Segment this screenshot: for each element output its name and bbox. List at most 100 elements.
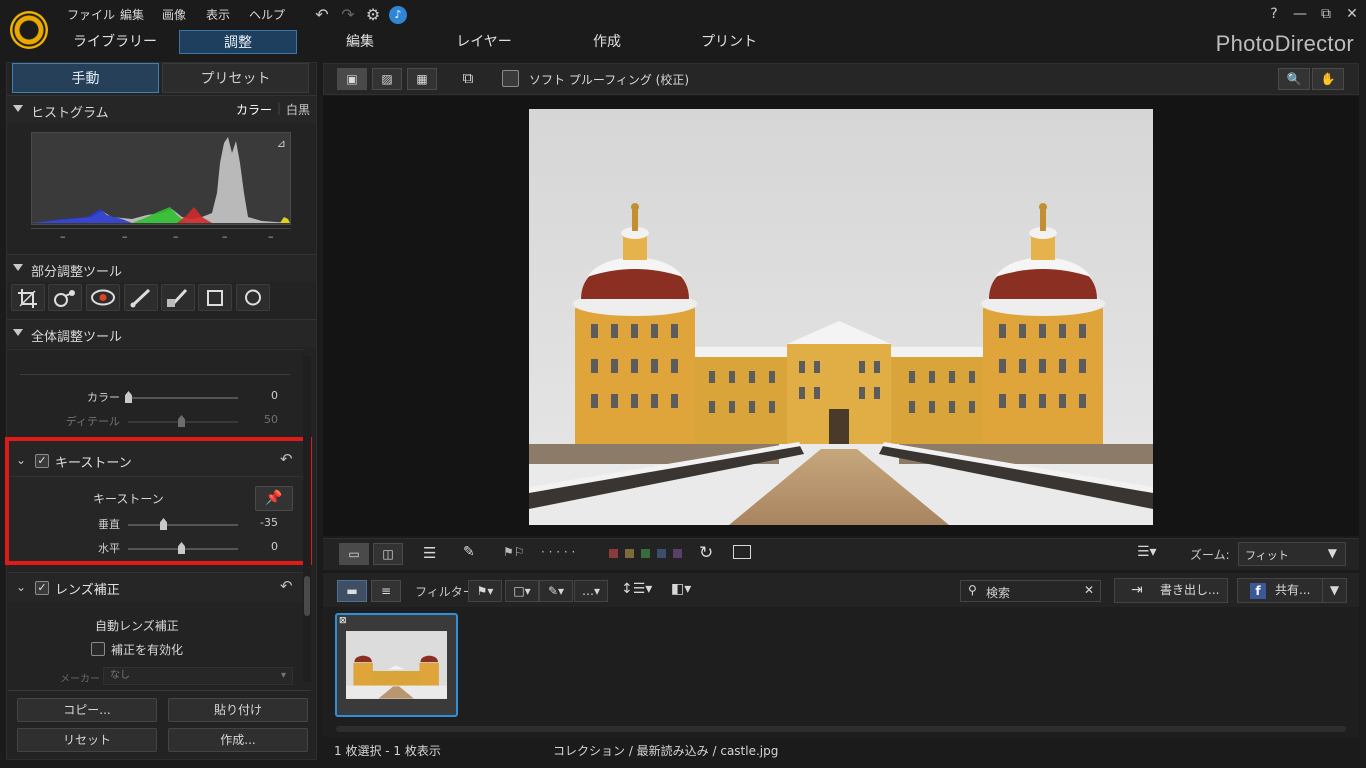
single-image-icon[interactable]: ▭: [339, 543, 369, 565]
clear-search-icon[interactable]: ✕: [1084, 583, 1094, 597]
tab-print[interactable]: プリント: [679, 30, 779, 54]
histogram-bw-toggle[interactable]: 白黒: [286, 101, 310, 118]
color-label-yellow[interactable]: [625, 549, 634, 558]
circle-icon[interactable]: [236, 284, 270, 311]
slider-track[interactable]: [128, 524, 238, 526]
help-button[interactable]: ?: [1263, 4, 1285, 24]
facebook-icon: f: [1250, 583, 1266, 599]
menu-help[interactable]: ヘルプ: [249, 6, 285, 23]
reset-icon[interactable]: ↶: [280, 450, 293, 468]
left-panel-scrollbar[interactable]: [303, 356, 311, 682]
color-label-green[interactable]: [641, 549, 650, 558]
photo-preview[interactable]: [529, 109, 1153, 525]
histogram-color-toggle[interactable]: カラー: [236, 101, 272, 118]
color-slider-row: カラー 0: [20, 389, 290, 407]
slider-value[interactable]: 0: [238, 540, 278, 553]
sort-menu-icon[interactable]: ☰▾: [1137, 544, 1157, 560]
export-button[interactable]: ⇥ 書き出し...: [1114, 578, 1228, 603]
slider-thumb[interactable]: [160, 518, 167, 530]
rating-filter-dropdown[interactable]: …▾: [574, 580, 608, 602]
single-view-icon[interactable]: ▨: [372, 68, 402, 90]
menu-edit[interactable]: 編集: [120, 6, 144, 23]
shape-filter-dropdown[interactable]: □▾: [505, 580, 539, 602]
keystone-checkbox[interactable]: ✓: [35, 454, 49, 468]
clipping-warning-icon[interactable]: ⊿: [277, 137, 286, 150]
dropdown-arrow-icon[interactable]: ▼: [1322, 579, 1346, 602]
color-label-icon[interactable]: ✎: [463, 544, 475, 560]
notification-icon[interactable]: ♪: [389, 6, 407, 24]
brush-icon[interactable]: [124, 284, 158, 311]
rotate-icon[interactable]: ↻: [699, 543, 713, 563]
zoom-tool-icon[interactable]: 🔍: [1278, 68, 1310, 90]
horizontal-slider-row: 水平 0: [20, 540, 290, 558]
gradient-brush-icon[interactable]: [161, 284, 195, 311]
soft-proof-checkbox[interactable]: [502, 70, 519, 87]
slider-track[interactable]: [128, 397, 238, 399]
paste-button[interactable]: 貼り付け: [168, 698, 308, 722]
settings-gear-icon[interactable]: ⚙: [363, 5, 383, 25]
menu-image[interactable]: 画像: [162, 6, 186, 23]
lens-header[interactable]: [8, 572, 303, 602]
label-filter-dropdown[interactable]: ✎▾: [539, 580, 573, 602]
search-input[interactable]: ⚲ 検索 ✕: [960, 580, 1101, 602]
slider-thumb[interactable]: [178, 415, 185, 427]
chevron-down-icon[interactable]: ⌄: [16, 580, 26, 594]
slider-thumb[interactable]: [178, 542, 185, 554]
copy-button[interactable]: コピー...: [17, 698, 157, 722]
close-button[interactable]: ✕: [1341, 4, 1363, 24]
undo-icon[interactable]: ↶: [312, 5, 332, 25]
redo-icon[interactable]: ↷: [338, 5, 358, 25]
local-tools-header[interactable]: 部分調整ツール: [7, 254, 316, 282]
grid-view-icon[interactable]: ▦: [407, 68, 437, 90]
create-preset-button[interactable]: 作成...: [168, 728, 308, 752]
compare-icon[interactable]: ◫: [373, 543, 403, 565]
tab-create[interactable]: 作成: [557, 30, 657, 54]
crop-icon[interactable]: [11, 284, 45, 311]
lens-checkbox[interactable]: ✓: [35, 581, 49, 595]
region-select-icon[interactable]: [733, 545, 751, 559]
thumbnail-castle[interactable]: ⊠: [335, 613, 458, 717]
flag-filter-dropdown[interactable]: ⚑▾: [468, 580, 502, 602]
stack-rotate-icon[interactable]: ☰: [423, 544, 436, 562]
slider-value[interactable]: 0: [238, 389, 278, 402]
display-options-icon[interactable]: ◧▾: [671, 581, 691, 597]
tab-preset[interactable]: プリセット: [162, 63, 309, 93]
second-display-icon[interactable]: ⧉: [455, 69, 481, 89]
tab-edit[interactable]: 編集: [310, 30, 410, 54]
minimize-button[interactable]: —: [1289, 4, 1311, 24]
before-after-view-icon[interactable]: ▣: [337, 68, 367, 90]
rating-dots[interactable]: · · · · ·: [541, 545, 575, 559]
maximize-button[interactable]: ⧉: [1315, 4, 1337, 24]
slider-value[interactable]: -35: [238, 516, 278, 529]
color-label-purple[interactable]: [673, 549, 682, 558]
maker-select[interactable]: なし ▾: [103, 667, 293, 685]
eye-icon[interactable]: [86, 284, 120, 311]
share-button[interactable]: f 共有... ▼: [1237, 578, 1347, 603]
enable-correction-checkbox[interactable]: [91, 642, 105, 656]
filmstrip-scrollbar[interactable]: [336, 726, 1346, 732]
chevron-down-icon[interactable]: ⌄: [16, 453, 26, 467]
menu-view[interactable]: 表示: [206, 6, 230, 23]
list-view-icon[interactable]: ≡: [371, 580, 401, 602]
reset-icon[interactable]: ↶: [280, 577, 293, 595]
hand-tool-icon[interactable]: ✋: [1312, 68, 1344, 90]
menu-file[interactable]: ファイル: [67, 6, 115, 23]
sort-order-icon[interactable]: ↕☰▾: [621, 581, 652, 597]
slider-thumb[interactable]: [125, 391, 132, 403]
tab-adjust[interactable]: 調整: [179, 30, 297, 54]
red-eye-spot-icon[interactable]: [48, 284, 82, 311]
reset-button[interactable]: リセット: [17, 728, 157, 752]
tab-manual[interactable]: 手動: [12, 63, 159, 93]
zoom-select[interactable]: フィット ▼: [1238, 542, 1346, 566]
color-label-blue[interactable]: [657, 549, 666, 558]
slider-value[interactable]: 50: [238, 413, 278, 426]
flag-icon[interactable]: ⚑⚐: [503, 545, 525, 559]
tab-library[interactable]: ライブラリー: [60, 30, 170, 54]
histogram-tick: –: [60, 230, 66, 243]
tab-layers[interactable]: レイヤー: [434, 30, 534, 54]
auto-keystone-pin-icon[interactable]: 📌: [255, 486, 293, 511]
global-tools-header[interactable]: 全体調整ツール: [7, 319, 316, 347]
color-label-red[interactable]: [609, 549, 618, 558]
rectangle-icon[interactable]: [198, 284, 232, 311]
thumbnail-view-icon[interactable]: ▬: [337, 580, 367, 602]
